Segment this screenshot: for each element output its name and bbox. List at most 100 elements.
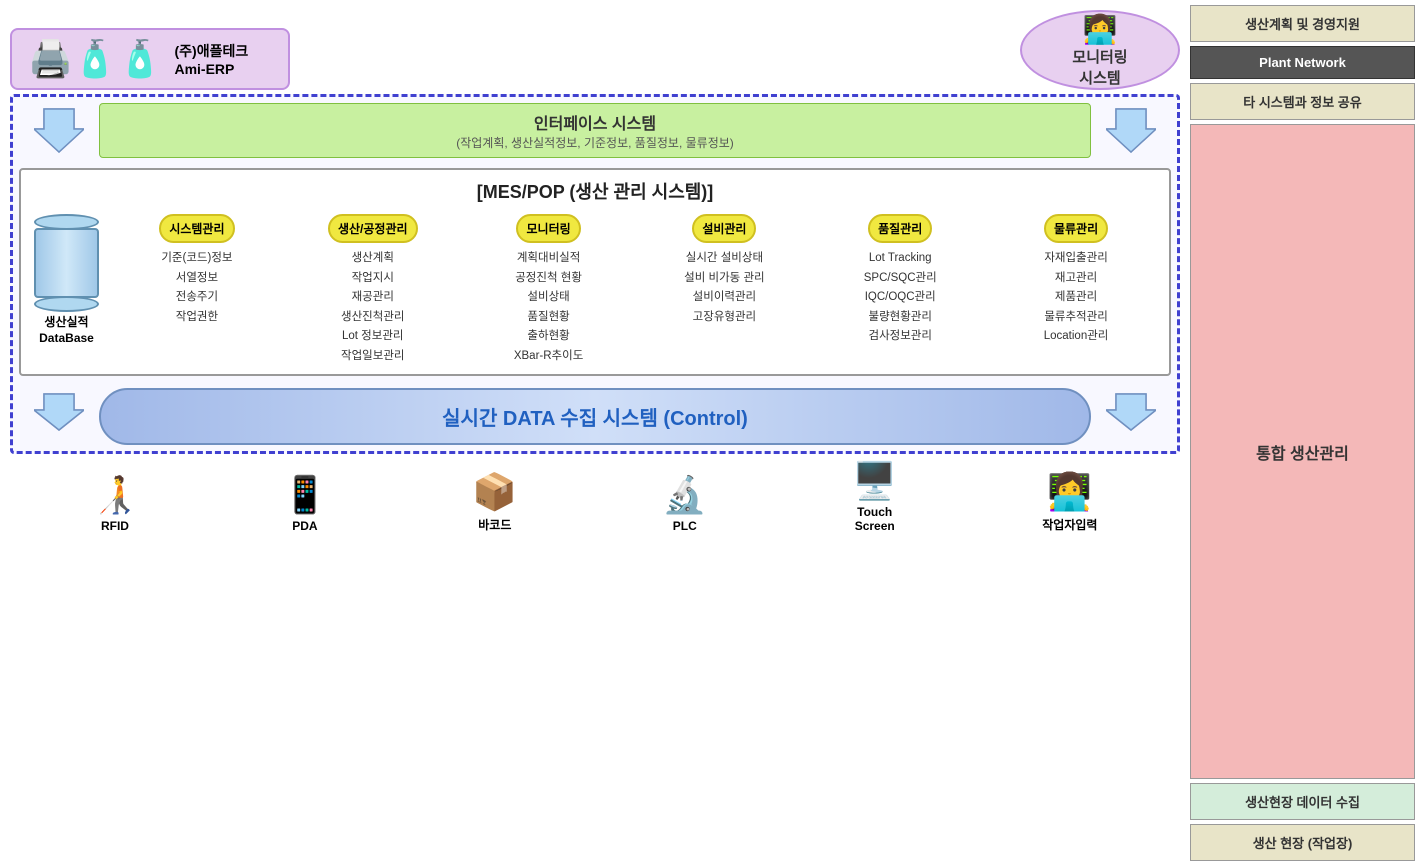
cylinder-body	[34, 228, 99, 298]
func-header-5: 물류관리	[1044, 214, 1108, 243]
func-col-2: 모니터링계획대비실적공정진척 현황설비상태품질현황출하현황XBar-R추이도	[464, 214, 634, 366]
erp-name: Ami-ERP	[174, 61, 248, 77]
arrow-control-left	[19, 392, 99, 435]
cylinder-bottom	[34, 296, 99, 312]
device-4: 🖥️Touch Screen	[852, 460, 897, 533]
func-item: 고장유형관리	[684, 308, 764, 328]
func-item: 생산계획	[341, 249, 404, 269]
func-item: Lot Tracking	[864, 249, 937, 269]
sidebar-box-4: 통합 생산관리	[1190, 124, 1415, 779]
device-label-0: RFID	[101, 519, 129, 533]
monitoring-icon: 👩‍💻	[1083, 13, 1118, 46]
func-item: 자재입출관리	[1044, 249, 1109, 269]
mes-box: [MES/POP (생산 관리 시스템)] 생산실적 DataBase	[19, 168, 1171, 376]
func-item: 계획대비실적	[514, 249, 583, 269]
func-item: 작업권한	[161, 308, 232, 328]
db-label1: 생산실적	[39, 315, 94, 331]
func-items-1: 생산계획작업지시재공관리생산진척관리Lot 정보관리작업일보관리	[341, 249, 404, 366]
sidebar-box-1: 생산계획 및 경영지원	[1190, 5, 1415, 42]
func-header-3: 설비관리	[692, 214, 756, 243]
func-item: 재공관리	[341, 288, 404, 308]
func-items-4: Lot TrackingSPC/SQC관리IQC/OQC관리불량현황관리검사정보…	[864, 249, 937, 347]
db-cylinder: 생산실적 DataBase	[29, 214, 104, 346]
device-label-5: 작업자입력	[1042, 516, 1097, 533]
func-item: 설비 비가동 관리	[684, 269, 764, 289]
erp-company: (주)애플테크	[174, 41, 248, 61]
device-icon-5: 👩‍💻	[1047, 471, 1092, 513]
erp-text: (주)애플테크 Ami-ERP	[174, 41, 248, 77]
func-col-1: 생산/공정관리생산계획작업지시재공관리생산진척관리Lot 정보관리작업일보관리	[288, 214, 458, 366]
func-item: 재고관리	[1044, 269, 1109, 289]
func-item: 실시간 설비상태	[684, 249, 764, 269]
func-item: 설비이력관리	[684, 288, 764, 308]
device-5: 👩‍💻 작업자입력	[1042, 471, 1097, 533]
control-arrows-row: 실시간 DATA 수집 시스템 (Control)	[19, 382, 1171, 445]
erp-icon: 🖨️🧴🧴	[28, 38, 162, 80]
func-items-3: 실시간 설비상태설비 비가동 관리설비이력관리고장유형관리	[684, 249, 764, 327]
func-item: SPC/SQC관리	[864, 269, 937, 289]
device-0: 🧑‍🦯 RFID	[93, 474, 138, 533]
device-2: 📦바코드	[472, 471, 517, 533]
func-item: 생산진척관리	[341, 308, 404, 328]
func-item: 검사정보관리	[864, 327, 937, 347]
func-header-1: 생산/공정관리	[328, 214, 418, 243]
func-item: Lot 정보관리	[341, 327, 404, 347]
cylinder-top	[34, 214, 99, 230]
device-icon-4: 🖥️	[852, 460, 897, 502]
left-arrow-area	[19, 107, 99, 160]
func-col-3: 설비관리실시간 설비상태설비 비가동 관리설비이력관리고장유형관리	[639, 214, 809, 366]
func-item: 제품관리	[1044, 288, 1109, 308]
func-item: 기준(코드)정보	[161, 249, 232, 269]
func-item: 불량현황관리	[864, 308, 937, 328]
interface-row: 인터페이스 시스템 (작업계획, 생산실적정보, 기준정보, 품질정보, 물류정…	[19, 103, 1171, 164]
monitoring-label2: 시스템	[1079, 67, 1120, 88]
func-col-4: 품질관리 Lot TrackingSPC/SQC관리IQC/OQC관리불량현황관리…	[815, 214, 985, 366]
center-area: 🖨️🧴🧴 (주)애플테크 Ami-ERP 👩‍💻 모니터링 시스템	[0, 0, 1190, 866]
device-icon-0: 🧑‍🦯	[93, 474, 138, 516]
func-header-2: 모니터링	[516, 214, 580, 243]
func-col-5: 물류관리자재입출관리재고관리제품관리물류추적관리Location관리	[991, 214, 1161, 366]
func-header-4: 품질관리	[868, 214, 932, 243]
func-item: 작업일보관리	[341, 347, 404, 367]
func-items-0: 기준(코드)정보서열정보전송주기작업권한	[161, 249, 232, 327]
func-item: Location관리	[1044, 327, 1109, 347]
func-item: 전송주기	[161, 288, 232, 308]
sidebar-box-3: 타 시스템과 정보 공유	[1190, 83, 1415, 120]
device-3: 🔬 PLC	[662, 474, 707, 533]
mes-title: [MES/POP (생산 관리 시스템)]	[29, 178, 1161, 204]
arrow-ctrl-left-svg	[34, 392, 84, 432]
control-bar: 실시간 DATA 수집 시스템 (Control)	[99, 388, 1091, 445]
func-header-0: 시스템관리	[159, 214, 234, 243]
right-sidebar: 생산계획 및 경영지원 Plant Network 타 시스템과 정보 공유 통…	[1190, 0, 1420, 866]
device-label-1: PDA	[292, 519, 317, 533]
sidebar-box-6: 생산 현장 (작업장)	[1190, 824, 1415, 861]
device-label-2: 바코드	[478, 516, 511, 533]
monitoring-box: 👩‍💻 모니터링 시스템	[1020, 10, 1180, 90]
device-label-3: PLC	[673, 519, 697, 533]
arrow-right-updown	[1106, 107, 1156, 157]
func-item: 출하현황	[514, 327, 583, 347]
device-icon-1: 📱	[282, 474, 327, 516]
right-arrow-area	[1091, 107, 1171, 160]
interface-bar: 인터페이스 시스템 (작업계획, 생산실적정보, 기준정보, 품질정보, 물류정…	[99, 103, 1091, 158]
db-label2: DataBase	[39, 331, 94, 347]
func-item: 품질현황	[514, 308, 583, 328]
func-col-0: 시스템관리기준(코드)정보서열정보전송주기작업권한	[112, 214, 282, 366]
arrow-left-updown	[34, 107, 84, 157]
device-icon-3: 🔬	[662, 474, 707, 516]
func-item: IQC/OQC관리	[864, 288, 937, 308]
arrow-control-right	[1091, 392, 1171, 435]
devices-row: 🧑‍🦯 RFID 📱 PDA 📦바코드 🔬 PLC 🖥️Touch Screen 👩‍💻 작업자입…	[10, 460, 1180, 533]
func-item: 서열정보	[161, 269, 232, 289]
mes-content: 생산실적 DataBase 시스템관리기준(코드)정보서열정보전송주기작업권한생…	[29, 214, 1161, 366]
func-item: XBar-R추이도	[514, 347, 583, 367]
func-item: 작업지시	[341, 269, 404, 289]
func-items-5: 자재입출관리재고관리제품관리물류추적관리Location관리	[1044, 249, 1109, 347]
top-section: 🖨️🧴🧴 (주)애플테크 Ami-ERP 👩‍💻 모니터링 시스템	[10, 10, 1180, 90]
monitoring-label1: 모니터링	[1072, 46, 1127, 67]
arrow-ctrl-right-svg	[1106, 392, 1156, 432]
dashed-outer: 인터페이스 시스템 (작업계획, 생산실적정보, 기준정보, 품질정보, 물류정…	[10, 94, 1180, 454]
db-label: 생산실적 DataBase	[39, 315, 94, 346]
interface-title: 인터페이스 시스템	[108, 110, 1082, 134]
func-items-2: 계획대비실적공정진척 현황설비상태품질현황출하현황XBar-R추이도	[514, 249, 583, 366]
